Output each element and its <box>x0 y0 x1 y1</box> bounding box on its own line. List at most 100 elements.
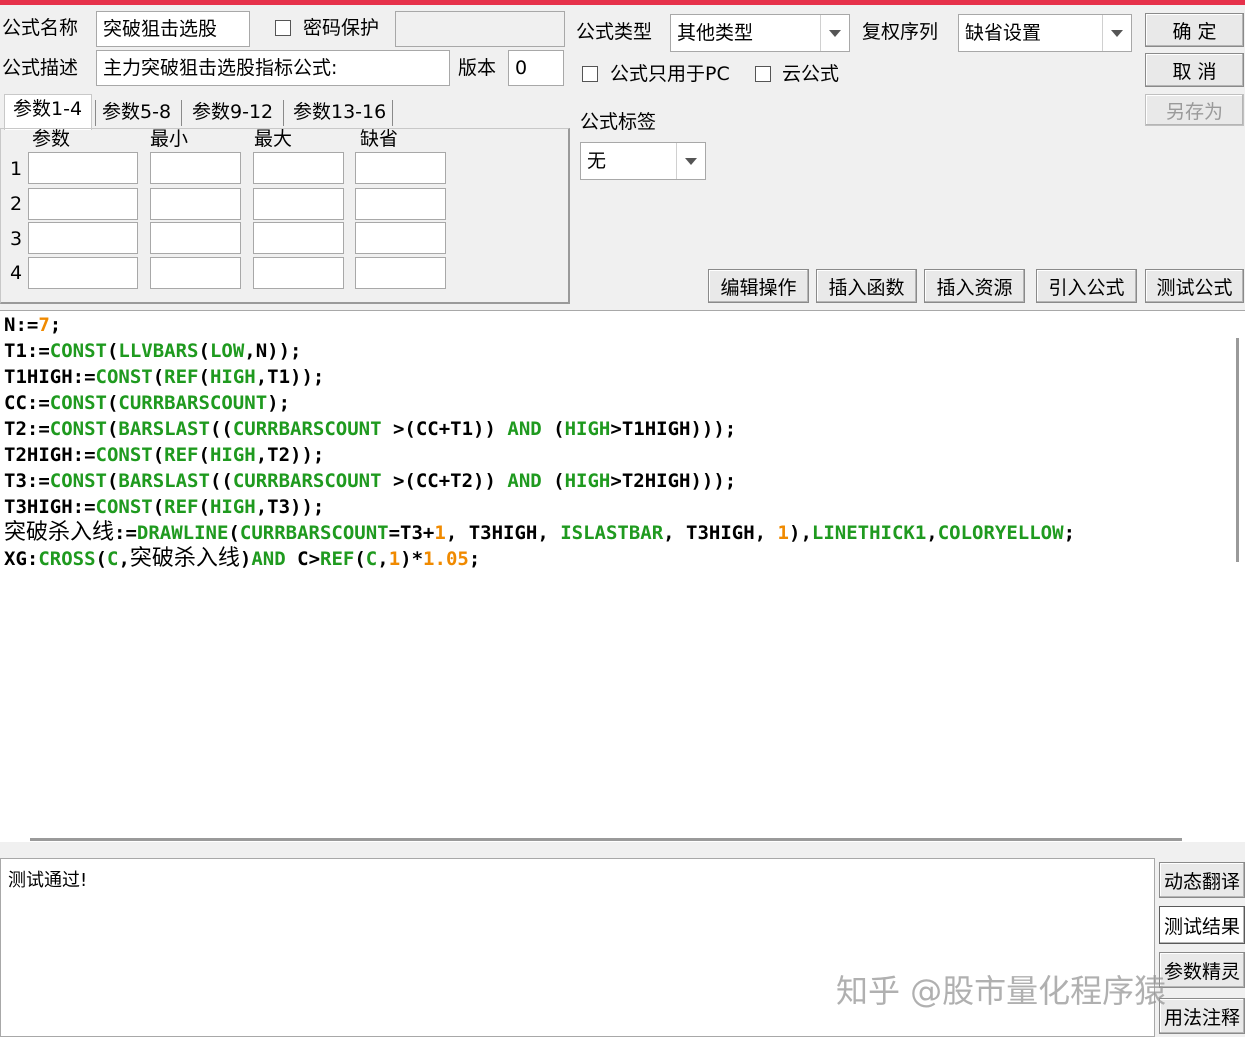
password-input[interactable] <box>395 11 565 47</box>
code-token: ( <box>106 470 119 492</box>
code-token: >(CC+T2)) <box>381 470 508 492</box>
code-editor-content[interactable]: N:=7; T1:=CONST(LLVBARS(LOW,N)); T1HIGH:=C… <box>4 312 1224 612</box>
code-token: REF <box>320 548 355 570</box>
code-token: , <box>926 522 938 544</box>
formula-tag-value: 无 <box>587 150 607 172</box>
code-token: CONST <box>49 418 107 440</box>
param-min-input-3[interactable] <box>150 222 241 254</box>
code-token: REF <box>164 444 199 466</box>
code-token: T3:= <box>4 470 50 492</box>
param-max-input-4[interactable] <box>253 257 344 289</box>
param-row-number: 4 <box>10 262 23 284</box>
code-token: CROSS <box>38 548 96 570</box>
code-token: , <box>377 548 389 570</box>
param-default-input-4[interactable] <box>355 257 446 289</box>
code-token: ( <box>198 444 210 466</box>
code-token: AND <box>507 418 542 440</box>
code-token: 1 <box>777 522 789 544</box>
code-token: 7 <box>38 314 50 336</box>
param-min-input-4[interactable] <box>150 257 241 289</box>
param-max-input-1[interactable] <box>253 152 344 184</box>
code-token: T2HIGH:= <box>4 444 96 466</box>
code-line: T1:=CONST(LLVBARS(LOW,N)); <box>4 338 1224 364</box>
formula-tag-select[interactable]: 无 <box>580 142 706 180</box>
code-token: T2:= <box>4 418 50 440</box>
cancel-button[interactable]: 取 消 <box>1145 53 1244 87</box>
code-token: CONST <box>49 340 107 362</box>
rights-series-select[interactable]: 缺省设置 <box>958 14 1132 52</box>
formula-desc-label: 公式描述 <box>2 57 79 79</box>
tab-divider <box>181 100 182 126</box>
code-token: HIGH <box>564 470 611 492</box>
param-wizard-button[interactable]: 参数精灵 <box>1159 952 1245 988</box>
param-min-input-2[interactable] <box>150 188 241 220</box>
tab-params-13-16[interactable]: 参数13-16 <box>293 98 386 126</box>
password-label: 密码保护 <box>303 17 380 39</box>
formula-name-input[interactable]: 突破狙击选股 <box>96 11 250 47</box>
dropdown-arrow-icon[interactable] <box>676 143 705 179</box>
code-token: DRAWLINE <box>136 522 229 544</box>
dynamic-translate-button[interactable]: 动态翻译 <box>1159 862 1245 898</box>
code-token: 1 <box>434 522 446 544</box>
dropdown-arrow-icon[interactable] <box>1102 15 1131 51</box>
insert-function-button[interactable]: 插入函数 <box>816 269 917 303</box>
insert-resource-button[interactable]: 插入资源 <box>924 269 1025 303</box>
cloud-formula-checkbox[interactable] <box>755 66 771 82</box>
ok-button[interactable]: 确 定 <box>1145 13 1244 47</box>
horizontal-scrollbar[interactable] <box>30 838 1182 841</box>
code-token: ( <box>198 340 210 362</box>
code-line: T1HIGH:=CONST(REF(HIGH,T1)); <box>4 364 1224 390</box>
code-token: ( <box>152 496 165 518</box>
param-name-input-1[interactable] <box>28 152 138 184</box>
tab-params-1-4[interactable]: 参数1-4 <box>4 94 92 130</box>
import-formula-button[interactable]: 引入公式 <box>1036 269 1137 303</box>
code-token: BARSLAST <box>118 470 210 492</box>
param-row-number: 3 <box>10 228 23 250</box>
code-token: ( <box>106 340 119 362</box>
code-token: LINETHICK1 <box>811 522 927 544</box>
formula-tag-label: 公式标签 <box>580 111 657 133</box>
save-as-button[interactable]: 另存为 <box>1145 94 1244 126</box>
code-token: REF <box>164 496 199 518</box>
code-token: ,N)); <box>244 340 302 362</box>
edit-operations-button[interactable]: 编辑操作 <box>708 269 809 303</box>
code-token: ,T1)); <box>255 366 325 388</box>
code-token: C <box>365 548 378 570</box>
code-token: ( <box>152 444 165 466</box>
formula-desc-input[interactable]: 主力突破狙击选股指标公式: <box>96 50 450 86</box>
formula-type-select[interactable]: 其他类型 <box>670 14 850 52</box>
code-token: CURRBARSCOUNT <box>239 522 389 544</box>
param-default-input-3[interactable] <box>355 222 446 254</box>
password-checkbox[interactable] <box>275 20 291 36</box>
param-row-number: 1 <box>10 158 23 180</box>
code-token: 1. <box>423 548 446 570</box>
test-formula-button[interactable]: 测试公式 <box>1145 269 1244 303</box>
version-label: 版本 <box>458 57 497 79</box>
vertical-scrollbar[interactable] <box>1236 338 1239 562</box>
param-name-input-3[interactable] <box>28 222 138 254</box>
col-header-default: 缺省 <box>360 128 399 150</box>
param-max-input-3[interactable] <box>253 222 344 254</box>
usage-notes-button[interactable]: 用法注释 <box>1159 998 1245 1034</box>
param-default-input-2[interactable] <box>355 188 446 220</box>
tab-params-9-12[interactable]: 参数9-12 <box>192 98 273 126</box>
code-token: C> <box>285 548 321 570</box>
code-token: ) <box>239 548 252 570</box>
dropdown-arrow-icon[interactable] <box>820 15 849 51</box>
code-token: CONST <box>95 366 153 388</box>
param-max-input-2[interactable] <box>253 188 344 220</box>
code-token: 05 <box>445 548 469 570</box>
code-token: BARSLAST <box>118 418 210 440</box>
version-input[interactable]: 0 <box>508 50 564 86</box>
param-name-input-4[interactable] <box>28 257 138 289</box>
code-token: >(CC+T1)) <box>381 418 508 440</box>
code-token: := <box>114 522 137 544</box>
pc-only-checkbox[interactable] <box>582 66 598 82</box>
col-header-min: 最小 <box>150 128 189 150</box>
param-default-input-1[interactable] <box>355 152 446 184</box>
tab-params-5-8[interactable]: 参数5-8 <box>102 98 171 126</box>
test-result-button[interactable]: 测试结果 <box>1159 906 1245 944</box>
code-token: CURRBARSCOUNT <box>118 392 268 414</box>
param-name-input-2[interactable] <box>28 188 138 220</box>
param-min-input-1[interactable] <box>150 152 241 184</box>
